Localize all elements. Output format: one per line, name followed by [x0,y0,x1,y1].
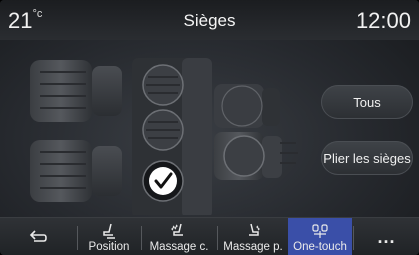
seat-front-left[interactable] [30,60,122,122]
tab-one-touch-label: One-touch [293,241,347,253]
back-button[interactable] [0,218,76,255]
back-arrow-icon [29,230,47,242]
seat-third-left-button[interactable] [214,84,280,128]
seats-screen: 21°c Sièges 12:00 Tous Plier les sièges … [0,0,419,255]
seat-second-left-button[interactable] [142,64,184,106]
tab-one-touch[interactable]: One-touch [288,218,352,255]
tab-position-label: Position [88,241,130,253]
tab-massage-driver-label: Massage c. [149,241,209,253]
seat-third-right-button[interactable] [214,132,298,180]
bottom-nav: Position Massage c. Massage p. One-touch… [0,217,419,255]
one-touch-icon [312,224,328,238]
seat-second-right-button[interactable] [142,160,184,202]
status-bar: 21°c Sièges 12:00 [0,0,419,40]
seat-second-center-button[interactable] [142,109,184,151]
seat-position-icon [103,223,115,239]
all-seats-button[interactable]: Tous [321,85,413,119]
tab-position[interactable]: Position [78,218,140,255]
tab-massage-passenger[interactable]: Massage p. [218,218,288,255]
clock: 12:00 [355,8,411,33]
seat-front-right[interactable] [30,140,122,202]
more-button[interactable]: ... [354,218,419,255]
seats-diagram [30,58,298,215]
massage-passenger-icon [249,223,260,236]
massage-driver-icon [171,223,183,236]
tab-massage-passenger-label: Massage p. [223,241,283,253]
tab-massage-driver[interactable]: Massage c. [142,218,216,255]
fold-seats-button[interactable]: Plier les sièges [321,141,413,175]
